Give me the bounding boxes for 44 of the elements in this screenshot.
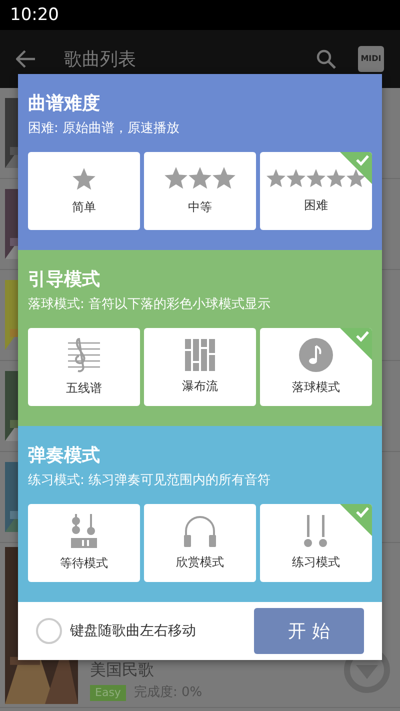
option-label: 等待模式 <box>60 555 108 572</box>
option-card[interactable]: 欣赏模式 <box>144 504 256 582</box>
practice-icon <box>303 515 329 548</box>
option-card[interactable]: 简单 <box>28 152 140 230</box>
option-card[interactable]: 练习模式 <box>260 504 372 582</box>
option-label: 中等 <box>188 199 212 216</box>
option-label: 落球模式 <box>292 379 340 396</box>
treble-clef-icon <box>68 337 100 374</box>
option-card[interactable]: 五线谱 <box>28 328 140 406</box>
option-label: 简单 <box>72 199 96 216</box>
headphones-icon <box>183 515 217 548</box>
option-label: 五线谱 <box>66 380 102 398</box>
section-title: 弹奏模式 <box>28 445 101 467</box>
search-icon[interactable] <box>316 49 336 69</box>
option-card[interactable]: 等待模式 <box>28 504 140 582</box>
option-label: 练习模式 <box>292 554 340 572</box>
section-title: 曲谱难度 <box>28 93 101 115</box>
option-card[interactable]: 瀑布流 <box>144 328 256 406</box>
check-icon <box>340 152 372 184</box>
music-note-icon <box>299 338 333 372</box>
option-label: 困难 <box>304 197 328 214</box>
midi-button[interactable]: MIDI <box>358 46 384 72</box>
section-description: 落球模式: 音符以下落的彩色小球模式显示 <box>28 296 272 314</box>
check-icon <box>340 504 372 536</box>
check-icon <box>340 328 372 360</box>
section-description: 练习模式: 练习弹奏可见范围内的所有音符 <box>28 472 272 490</box>
sliders-icon <box>71 514 97 548</box>
back-icon[interactable] <box>16 50 36 68</box>
option-card[interactable]: 落球模式 <box>260 328 372 406</box>
option-label: 欣赏模式 <box>176 554 224 572</box>
checkbox-label: 键盘随歌曲左右移动 <box>70 622 196 641</box>
star-icon <box>71 166 97 192</box>
option-card[interactable]: 困难 <box>260 152 372 230</box>
checkbox[interactable] <box>36 618 62 644</box>
song-title: 美国民歌 <box>90 660 155 680</box>
level-tag: Easy <box>90 684 126 702</box>
section-title: 引导模式 <box>28 269 101 291</box>
screen-title: 歌曲列表 <box>64 48 136 72</box>
option-label: 瀑布流 <box>182 378 218 396</box>
start-button[interactable]: 开 始 <box>254 608 364 654</box>
status-time: 10:20 <box>10 5 59 25</box>
option-card[interactable]: 中等 <box>144 152 256 230</box>
bars-icon <box>185 339 215 372</box>
section-description: 困难: 原始曲谱，原速播放 <box>28 120 181 138</box>
